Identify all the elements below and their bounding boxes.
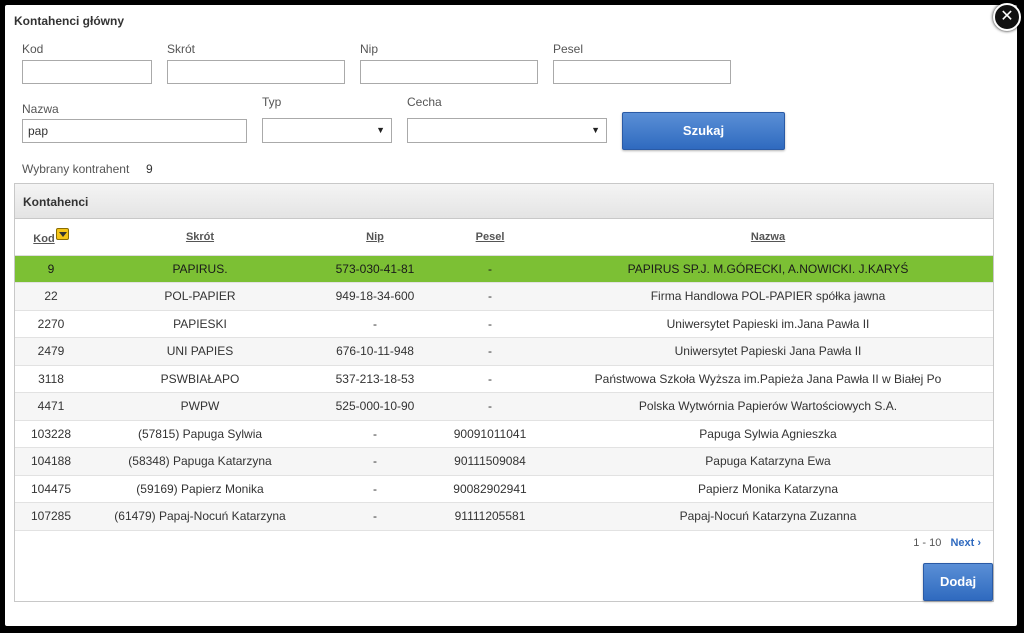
cell-nip: 573-030-41-81 [313,255,437,283]
cell-pesel: - [437,310,543,338]
cell-nazwa: Państwowa Szkoła Wyższa im.Papieża Jana … [543,365,993,393]
table-row[interactable]: 9 PAPIRUS. 573-030-41-81- PAPIRUS SP.J. M.G… [15,255,993,283]
cecha-select[interactable]: ▼ [407,118,607,143]
cell-nip: 949-18-34-600 [313,282,437,311]
column-header-nazwa[interactable]: Nazwa [543,219,993,256]
cell-kod: 3118 [15,365,87,393]
cell-nazwa: Polska Wytwórnia Papierów Wartościowych … [543,392,993,421]
table-body: 9 PAPIRUS. 573-030-41-81- PAPIRUS SP.J. M.G… [15,255,993,531]
cell-kod: 2270 [15,310,87,338]
nip-input[interactable] [360,60,538,84]
cell-pesel: - [437,337,543,366]
table-row[interactable]: 107285 (61479) Papaj-Nocuń Katarzyna -9111… [15,502,993,531]
kod-label: Kod [22,42,44,56]
selected-contractor-value: 9 [146,162,153,176]
cell-kod: 104475 [15,475,87,503]
chevron-down-icon: ▼ [591,125,600,135]
cell-skrot: PAPIRUS. [87,255,313,283]
cell-kod: 107285 [15,502,87,531]
cell-kod: 103228 [15,420,87,448]
table-header-row: Kod Skrót Nip Pesel Nazwa [15,219,993,256]
pesel-input[interactable] [553,60,731,84]
search-button[interactable]: Szukaj [622,112,785,150]
cell-pesel: - [437,282,543,311]
cell-kod: 22 [15,282,87,311]
cell-nazwa: Papierz Monika Katarzyna [543,475,993,503]
column-header-kod[interactable]: Kod [15,219,87,256]
column-header-skrot[interactable]: Skrót [87,219,313,256]
add-button[interactable]: Dodaj [923,563,993,601]
kod-input[interactable] [22,60,152,84]
cell-skrot: (57815) Papuga Sylwia [87,420,313,448]
cell-kod: 2479 [15,337,87,366]
cell-pesel: - [437,365,543,393]
cell-skrot: PWPW [87,392,313,421]
cell-nazwa: Uniwersytet Papieski im.Jana Pawła II [543,310,993,338]
cell-pesel: - [437,255,543,283]
cell-skrot: (59169) Papierz Monika [87,475,313,503]
cecha-label: Cecha [407,95,442,109]
dialog: ✕ Kontahenci główny Kod Skrót Nip Pesel … [5,3,1021,626]
cell-skrot: PAPIESKI [87,310,313,338]
pager-range: 1 - 10 [913,537,942,549]
cell-skrot: UNI PAPIES [87,337,313,366]
nip-label: Nip [360,42,379,56]
cell-nazwa: Firma Handlowa POL-PAPIER spółka jawna [543,282,993,311]
cell-nazwa: PAPIRUS SP.J. M.GÓRECKI, A.NOWICKI. J.KA… [543,255,993,283]
cell-nip: 525-000-10-90 [313,392,437,421]
cell-nip: - [313,475,437,503]
column-header-pesel[interactable]: Pesel [437,219,543,256]
nazwa-label: Nazwa [22,102,59,116]
dialog-title: Kontahenci główny [14,14,125,28]
cell-nip: 676-10-11-948 [313,337,437,366]
cell-skrot: (58348) Papuga Katarzyna [87,447,313,476]
table-row[interactable]: 2270 PAPIESKI - - Uniwersytet Papieski im.Ja… [15,310,993,338]
cell-nazwa: Papaj-Nocuń Katarzyna Zuzanna [543,502,993,531]
panel-title: Kontahenci [15,184,993,219]
next-page-link[interactable]: Next › [950,537,981,549]
sort-desc-icon[interactable] [55,228,69,241]
cell-nazwa: Uniwersytet Papieski Jana Pawła II [543,337,993,366]
cell-pesel: 91111205581 [437,502,543,531]
contractors-table: Kod Skrót Nip Pesel Nazwa 9 PAPIRUS. 573-0… [15,219,993,531]
table-row[interactable]: 104188 (58348) Papuga Katarzyna -901115090… [15,447,993,476]
skrot-label: Skrót [167,42,196,56]
cell-skrot: PSWBIAŁAPO [87,365,313,393]
cell-nazwa: Papuga Sylwia Agnieszka [543,420,993,448]
cell-kod: 4471 [15,392,87,421]
cell-nip: - [313,420,437,448]
cell-nip: - [313,310,437,338]
column-header-nip[interactable]: Nip [313,219,437,256]
cell-nip: 537-213-18-53 [313,365,437,393]
cell-pesel: 90091011041 [437,420,543,448]
cell-pesel: - [437,392,543,421]
cell-skrot: POL-PAPIER [87,282,313,311]
table-row[interactable]: 22 POL-PAPIER 949-18-34-600- Firma Handlowa… [15,282,993,311]
chevron-down-icon: ▼ [376,125,385,135]
cell-kod: 9 [15,255,87,283]
cell-pesel: 90082902941 [437,475,543,503]
table-row[interactable]: 4471 PWPW 525-000-10-90- Polska Wytwórnia P… [15,392,993,421]
cell-kod: 104188 [15,447,87,476]
typ-select[interactable]: ▼ [262,118,392,143]
cell-nip: - [313,502,437,531]
pager: 1 - 10 Next › [913,537,981,549]
table-row[interactable]: 3118 PSWBIAŁAPO 537-213-18-53- Państwowa Sz… [15,365,993,393]
table-row[interactable]: 103228 (57815) Papuga Sylwia -90091011041 P… [15,420,993,448]
typ-label: Typ [262,95,282,109]
pesel-label: Pesel [553,42,584,56]
contractors-panel: Kontahenci Kod Skrót Nip Pesel Nazwa 9 PA… [14,183,994,602]
cell-nip: - [313,447,437,476]
nazwa-input[interactable] [22,119,247,143]
table-row[interactable]: 104475 (59169) Papierz Monika -90082902941… [15,475,993,503]
skrot-input[interactable] [167,60,345,84]
close-icon[interactable]: ✕ [993,3,1021,31]
cell-skrot: (61479) Papaj-Nocuń Katarzyna [87,502,313,531]
cell-pesel: 90111509084 [437,447,543,476]
selected-contractor-label: Wybrany kontrahent [22,162,130,176]
table-row[interactable]: 2479 UNI PAPIES 676-10-11-948- Uniwersytet … [15,337,993,366]
cell-nazwa: Papuga Katarzyna Ewa [543,447,993,476]
